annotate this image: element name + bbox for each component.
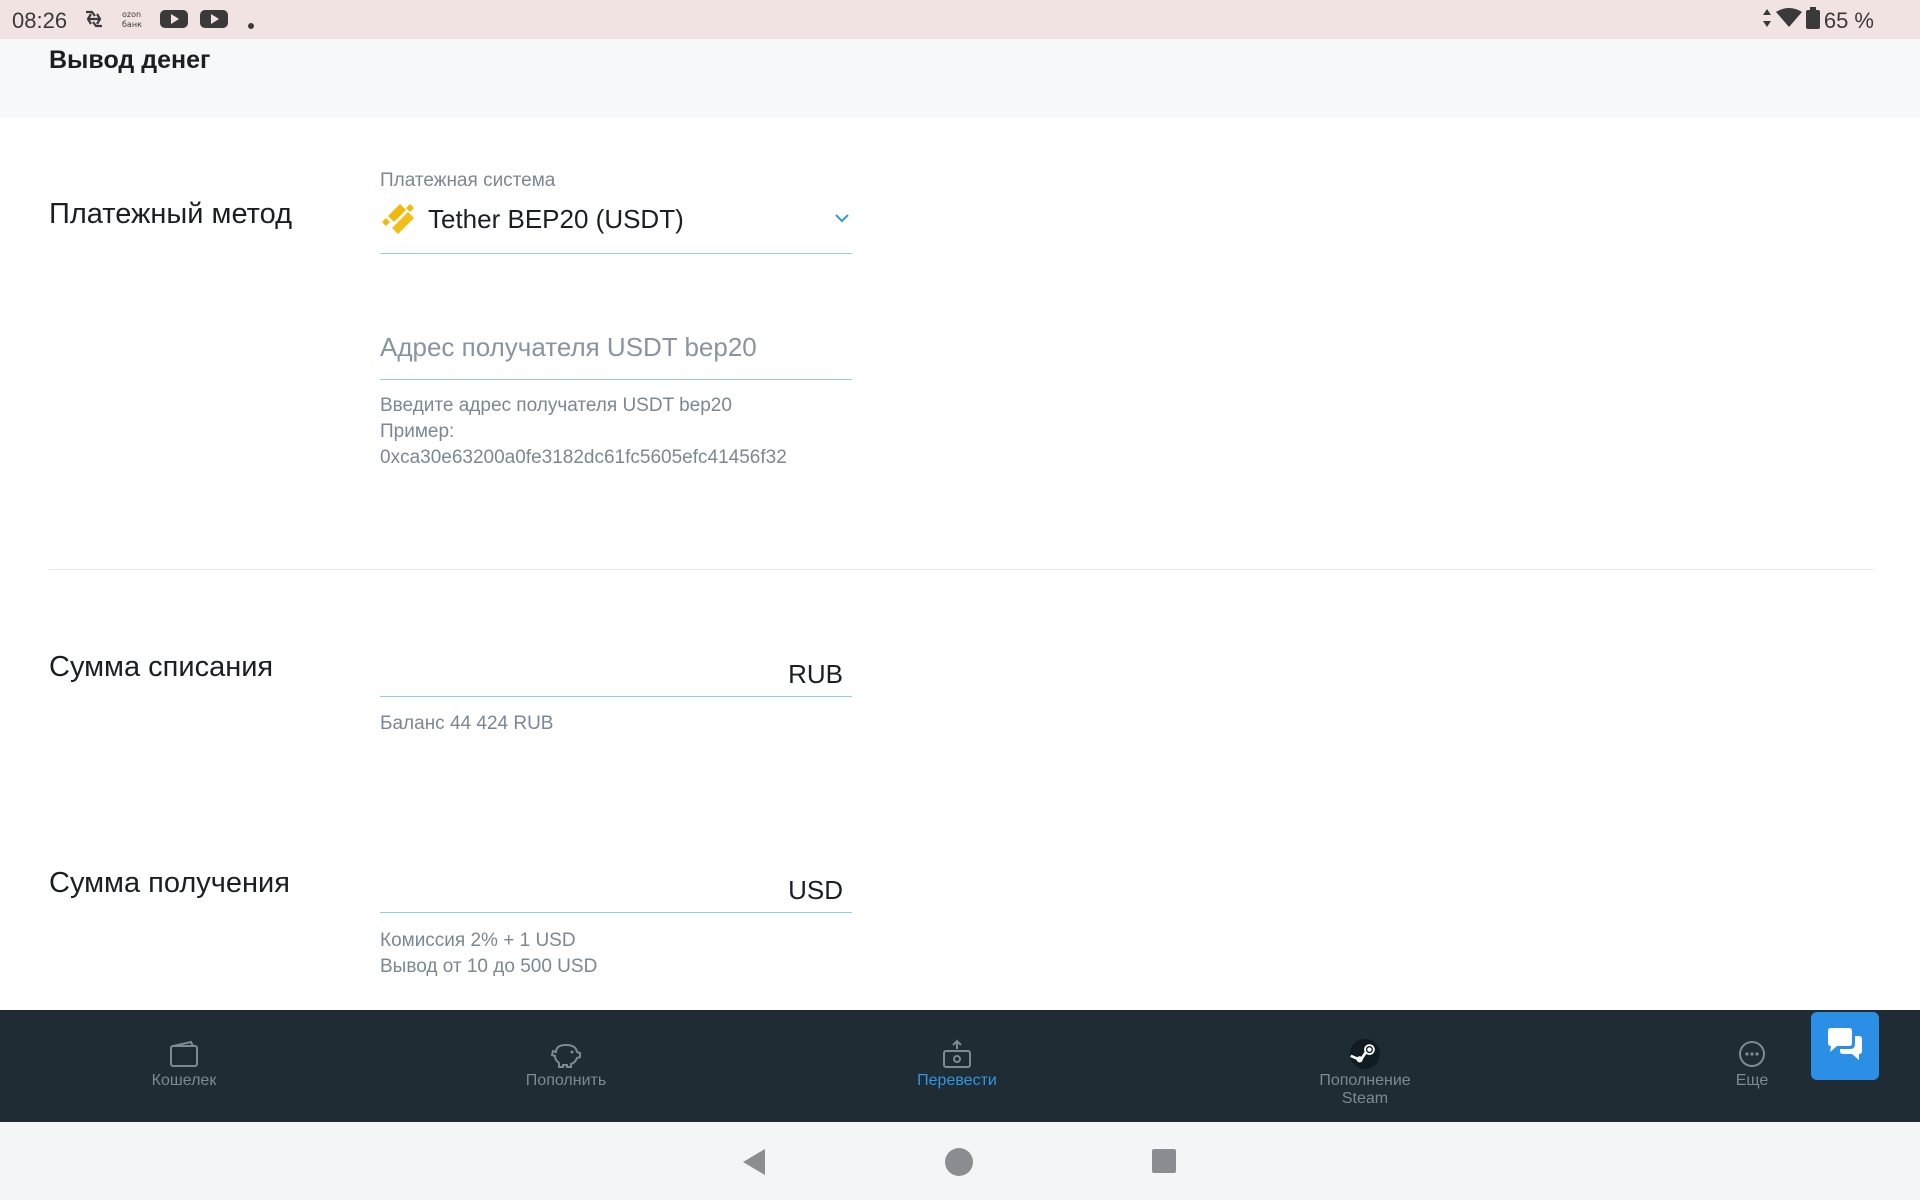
dot-icon (248, 16, 254, 38)
battery-icon (1805, 7, 1820, 35)
recipient-address-placeholder: Адрес получателя USDT bep20 (380, 332, 757, 362)
payment-system-value: Tether BEP20 (USDT) (428, 204, 684, 234)
nav-item-more[interactable]: Еще (1688, 1010, 1816, 1122)
payment-system-select[interactable]: Tether BEP20 (USDT) (380, 196, 852, 254)
debit-currency: RUB (788, 659, 843, 689)
svg-text:банк: банк (122, 20, 142, 29)
section-divider (49, 569, 1873, 570)
status-bar: 08:26 ozon банк 65 % (0, 0, 1920, 39)
nav-label: Steam (1341, 1090, 1389, 1107)
piggy-bank-icon (550, 1038, 582, 1070)
bottom-nav: Кошелек Пополнить Перевести Пополнение S… (0, 1010, 1920, 1122)
wifi-icon (1775, 8, 1802, 34)
home-icon[interactable] (944, 1147, 974, 1182)
more-icon (1736, 1038, 1768, 1070)
hint-line: Пример: (380, 421, 455, 442)
balance-hint: Баланс 44 424 RUB (380, 713, 554, 734)
recents-icon[interactable] (1151, 1148, 1177, 1179)
nav-item-wallet[interactable]: Кошелек (120, 1010, 248, 1122)
nav-label: Еще (1735, 1072, 1769, 1089)
ozon-bank-icon: ozon банк (122, 9, 148, 31)
sync-icon (82, 8, 106, 30)
system-nav-bar (0, 1122, 1920, 1200)
chat-icon (1825, 1027, 1865, 1066)
hint-line: Вывод от 10 до 500 USD (380, 956, 598, 977)
recipient-address-hint: Введите адрес получателя USDT bep20 Прим… (380, 393, 787, 471)
payment-system-label: Платежная система (380, 170, 556, 191)
receive-currency: USD (788, 875, 843, 905)
nav-item-steam[interactable]: Пополнение Steam (1301, 1010, 1429, 1122)
battery-level: 65 % (1823, 8, 1874, 33)
nav-label: Пополнение (1319, 1072, 1411, 1089)
youtube-icon (160, 9, 188, 31)
nav-item-transfer[interactable]: Перевести (893, 1010, 1021, 1122)
nav-item-top-up[interactable]: Пополнить (502, 1010, 630, 1122)
page-title: Вывод денег (49, 46, 211, 74)
hint-line: Комиссия 2% + 1 USD (380, 930, 576, 951)
page-header: Вывод денег (0, 39, 1920, 118)
status-right: 65 % (1762, 7, 1874, 35)
binance-bep20-icon (380, 200, 420, 240)
recipient-address-input[interactable]: Адрес получателя USDT bep20 (380, 322, 852, 380)
fee-hint: Комиссия 2% + 1 USD Вывод от 10 до 500 U… (380, 928, 597, 980)
hint-line: 0xca30e63200a0fe3182dc61fc5605efc41456f3… (380, 447, 787, 468)
chevron-down-icon (832, 208, 852, 228)
debit-amount-label: Сумма списания (49, 651, 274, 683)
data-arrows-icon (1762, 8, 1772, 34)
debit-amount-input[interactable]: RUB (380, 651, 852, 697)
nav-label: Пополнить (525, 1072, 607, 1089)
receive-amount-label: Сумма получения (49, 867, 290, 899)
receive-amount-input[interactable]: USD (380, 867, 852, 913)
nav-label: Кошелек (151, 1072, 217, 1089)
chat-button[interactable] (1811, 1012, 1879, 1080)
hint-line: Введите адрес получателя USDT bep20 (380, 395, 732, 416)
payment-method-label: Платежный метод (49, 198, 293, 230)
transfer-icon (941, 1038, 973, 1070)
youtube-icon (200, 9, 228, 31)
wallet-icon (168, 1038, 200, 1070)
status-time: 08:26 (12, 8, 68, 33)
back-icon[interactable] (741, 1147, 767, 1182)
svg-text:ozon: ozon (122, 10, 141, 19)
nav-label: Перевести (917, 1072, 997, 1089)
steam-icon (1349, 1038, 1381, 1070)
